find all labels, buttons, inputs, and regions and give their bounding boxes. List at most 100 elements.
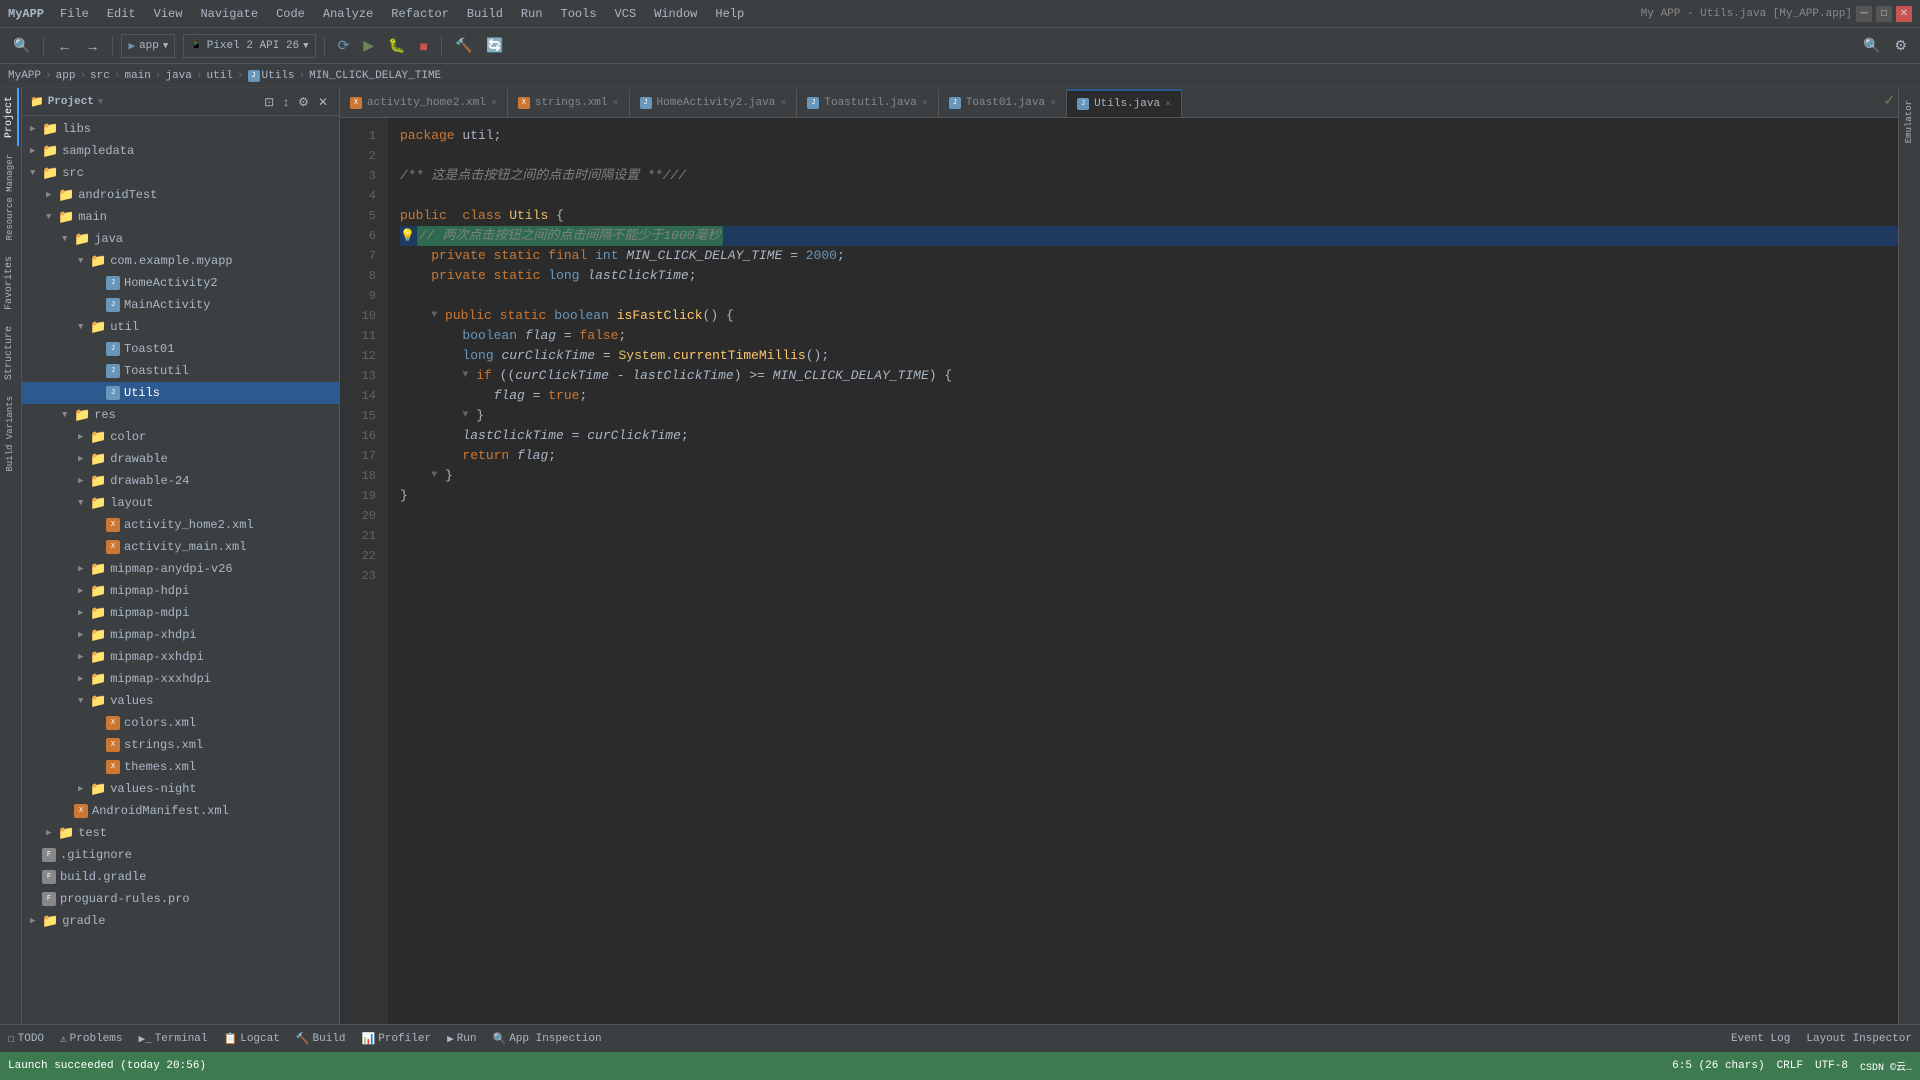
app-inspection-btn[interactable]: 🔍 App Inspection xyxy=(493,1032,602,1046)
tree-item-themes-xml[interactable]: Xthemes.xml xyxy=(22,756,339,778)
run-btn[interactable]: ▶ xyxy=(358,34,379,57)
tree-item-MainActivity[interactable]: JMainActivity xyxy=(22,294,339,316)
tree-item-values-night[interactable]: ▶📁values-night xyxy=(22,778,339,800)
tree-item-mipmap-xhdpi[interactable]: ▶📁mipmap-xhdpi xyxy=(22,624,339,646)
menu-navigate[interactable]: Navigate xyxy=(192,5,266,23)
tab-close-2[interactable]: ✕ xyxy=(612,97,618,109)
tree-item-activity-home2-xml[interactable]: Xactivity_home2.xml xyxy=(22,514,339,536)
device-selector-dropdown[interactable]: 📱 Pixel 2 API 26 ▼ xyxy=(183,34,315,58)
tree-item-layout[interactable]: ▼📁layout xyxy=(22,492,339,514)
structure-tab[interactable]: Structure xyxy=(2,318,19,388)
tree-item-src[interactable]: ▼📁src xyxy=(22,162,339,184)
tab-toastutil-java[interactable]: J Toastutil.java ✕ xyxy=(797,89,938,117)
tab-utils-java[interactable]: J Utils.java ✕ xyxy=(1067,89,1182,117)
close-button[interactable]: ✕ xyxy=(1896,6,1912,22)
tree-item-strings-xml[interactable]: Xstrings.xml xyxy=(22,734,339,756)
tab-toast01-java[interactable]: J Toast01.java ✕ xyxy=(939,89,1067,117)
tab-close-1[interactable]: ✕ xyxy=(491,97,497,109)
tab-close-5[interactable]: ✕ xyxy=(1050,97,1056,109)
tree-item-HomeActivity2[interactable]: JHomeActivity2 xyxy=(22,272,339,294)
tree-item-main[interactable]: ▼📁main xyxy=(22,206,339,228)
logcat-btn[interactable]: 📋 Logcat xyxy=(224,1032,280,1046)
toolbar-forward-btn[interactable]: → xyxy=(80,35,104,57)
tab-strings-xml[interactable]: X strings.xml ✕ xyxy=(508,89,630,117)
bread-utils[interactable]: Utils xyxy=(262,70,295,82)
project-tab[interactable]: Project xyxy=(2,88,19,146)
tree-item-drawable[interactable]: ▶📁drawable xyxy=(22,448,339,470)
code-area[interactable]: package util; /** 这是点击按钮之间的点击时间隔设置 **///… xyxy=(388,118,1898,1024)
toolbar-search-everywhere[interactable]: 🔍 xyxy=(1858,34,1885,57)
toolbar-search-btn[interactable]: 🔍 xyxy=(8,34,35,57)
profiler-btn[interactable]: 📊 Profiler xyxy=(362,1032,432,1046)
menu-window[interactable]: Window xyxy=(646,5,705,23)
collapse-tree-btn[interactable]: ↕ xyxy=(280,94,292,110)
bread-main[interactable]: main xyxy=(124,70,150,82)
emulator-tab[interactable]: Emulator xyxy=(1902,92,1918,151)
minimize-button[interactable]: ─ xyxy=(1856,6,1872,22)
tree-item-mipmap-mdpi[interactable]: ▶📁mipmap-mdpi xyxy=(22,602,339,624)
menu-edit[interactable]: Edit xyxy=(99,5,144,23)
tree-item-Toast01[interactable]: JToast01 xyxy=(22,338,339,360)
event-log-btn[interactable]: Event Log xyxy=(1731,1033,1790,1045)
tree-item-gradle[interactable]: ▶📁gradle xyxy=(22,910,339,932)
bread-java[interactable]: java xyxy=(165,70,191,82)
todo-btn[interactable]: ☐ TODO xyxy=(8,1032,44,1046)
menu-analyze[interactable]: Analyze xyxy=(315,5,381,23)
tree-item-mipmap-xxxhdpi[interactable]: ▶📁mipmap-xxxhdpi xyxy=(22,668,339,690)
tab-home-activity2-java[interactable]: J HomeActivity2.java ✕ xyxy=(630,89,798,117)
tree-item--gitignore[interactable]: F.gitignore xyxy=(22,844,339,866)
tab-close-6[interactable]: ✕ xyxy=(1165,98,1171,110)
tab-activity-home2-xml[interactable]: X activity_home2.xml ✕ xyxy=(340,89,508,117)
maximize-button[interactable]: □ xyxy=(1876,6,1892,22)
resource-manager-tab[interactable]: Resource Manager xyxy=(3,146,19,248)
bread-src[interactable]: src xyxy=(90,70,110,82)
problems-btn[interactable]: ⚠ Problems xyxy=(60,1032,122,1046)
tree-item-build-gradle[interactable]: Fbuild.gradle xyxy=(22,866,339,888)
bulb-icon[interactable]: 💡 xyxy=(400,226,415,246)
build-btn[interactable]: 🔨 xyxy=(450,34,477,57)
toolbar-back-btn[interactable]: ← xyxy=(52,35,76,57)
menu-refactor[interactable]: Refactor xyxy=(383,5,457,23)
tree-item-colors-xml[interactable]: Xcolors.xml xyxy=(22,712,339,734)
tree-item-AndroidManifest-xml[interactable]: XAndroidManifest.xml xyxy=(22,800,339,822)
menu-help[interactable]: Help xyxy=(707,5,752,23)
tree-item-java[interactable]: ▼📁java xyxy=(22,228,339,250)
bread-app[interactable]: app xyxy=(56,70,76,82)
layout-inspector-btn[interactable]: Layout Inspector xyxy=(1806,1033,1912,1045)
tree-item-test[interactable]: ▶📁test xyxy=(22,822,339,844)
tree-item-androidTest[interactable]: ▶📁androidTest xyxy=(22,184,339,206)
tree-item-res[interactable]: ▼📁res xyxy=(22,404,339,426)
app-selector-dropdown[interactable]: ▶ app ▼ xyxy=(121,34,175,58)
bread-min-click[interactable]: MIN_CLICK_DELAY_TIME xyxy=(309,70,441,82)
tree-item-com-example-myapp[interactable]: ▼📁com.example.myapp xyxy=(22,250,339,272)
gradle-sync-btn[interactable]: 🔄 xyxy=(481,34,508,57)
tree-item-proguard-rules-pro[interactable]: Fproguard-rules.pro xyxy=(22,888,339,910)
menu-vcs[interactable]: VCS xyxy=(607,5,645,23)
tree-item-mipmap-hdpi[interactable]: ▶📁mipmap-hdpi xyxy=(22,580,339,602)
menu-build[interactable]: Build xyxy=(459,5,511,23)
settings-btn[interactable]: ⚙ xyxy=(1889,34,1912,57)
menu-tools[interactable]: Tools xyxy=(553,5,605,23)
tree-item-mipmap-xxhdpi[interactable]: ▶📁mipmap-xxhdpi xyxy=(22,646,339,668)
terminal-btn[interactable]: ▶_ Terminal xyxy=(138,1032,207,1046)
tree-item-activity-main-xml[interactable]: Xactivity_main.xml xyxy=(22,536,339,558)
tree-item-libs[interactable]: ▶📁libs xyxy=(22,118,339,140)
bread-myapp[interactable]: MyAPP xyxy=(8,70,41,82)
close-panel-btn[interactable]: ✕ xyxy=(315,94,331,110)
tab-close-3[interactable]: ✕ xyxy=(780,97,786,109)
tree-item-mipmap-anydpi-v26[interactable]: ▶📁mipmap-anydpi-v26 xyxy=(22,558,339,580)
tree-item-sampledata[interactable]: ▶📁sampledata xyxy=(22,140,339,162)
debug-btn[interactable]: 🐛 xyxy=(383,34,410,57)
tree-item-Toastutil[interactable]: JToastutil xyxy=(22,360,339,382)
build-variants-tab[interactable]: Build Variants xyxy=(3,388,19,480)
tree-item-values[interactable]: ▼📁values xyxy=(22,690,339,712)
menu-file[interactable]: File xyxy=(52,5,97,23)
tree-item-Utils[interactable]: JUtils xyxy=(22,382,339,404)
tab-close-4[interactable]: ✕ xyxy=(922,97,928,109)
menu-code[interactable]: Code xyxy=(268,5,313,23)
tree-settings-btn[interactable]: ⚙ xyxy=(295,94,312,110)
build-btn-bottom[interactable]: 🔨 Build xyxy=(296,1032,346,1046)
tree-item-util[interactable]: ▼📁util xyxy=(22,316,339,338)
stop-btn[interactable]: ■ xyxy=(415,35,433,57)
favorites-tab[interactable]: Favorites xyxy=(2,248,19,318)
